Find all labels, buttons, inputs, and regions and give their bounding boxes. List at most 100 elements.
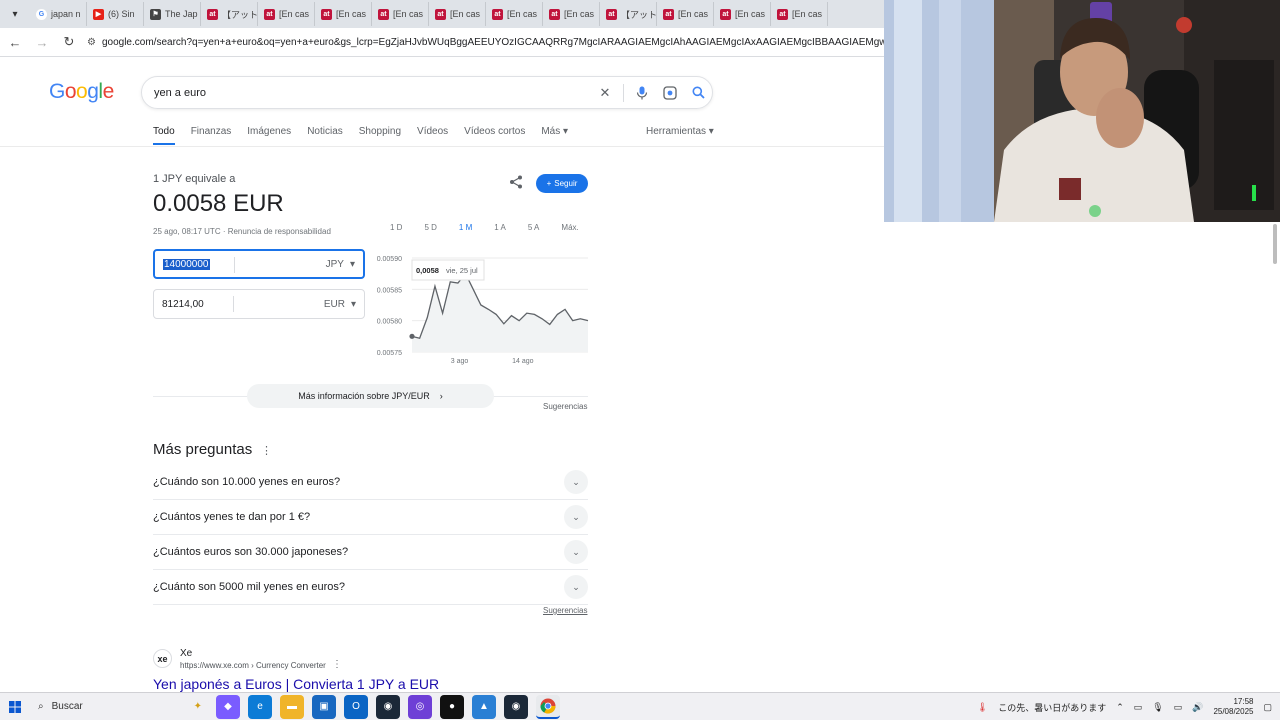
search-input[interactable]: yen a euro [154, 87, 591, 99]
microphone-icon[interactable]: 🎙 [1152, 702, 1163, 713]
range-tab[interactable]: 5 D [424, 223, 436, 232]
browser-tab[interactable]: at [En cas [714, 2, 771, 26]
paa-question[interactable]: ¿Cuántos euros son 30.000 japoneses? ⌄ [153, 535, 588, 570]
browser-tab[interactable]: Gjapan n [30, 2, 87, 26]
lens-icon[interactable] [656, 79, 684, 107]
windows-start-icon[interactable] [0, 693, 30, 720]
search-tab[interactable]: Todo [153, 126, 175, 145]
url-field[interactable]: ⚙ google.com/search?q=yen+a+euro&oq=yen+… [87, 30, 884, 54]
paa-title: Más preguntas [153, 441, 253, 458]
notifications-icon[interactable]: ▢ [1263, 702, 1272, 713]
chevron-down-icon[interactable]: ⌄ [564, 540, 588, 564]
site-info-icon[interactable]: ⚙ [87, 37, 96, 48]
webcam-overlay [884, 0, 1280, 222]
taskbar-search[interactable]: ⌕ Buscar ✦ [30, 693, 210, 720]
to-amount-input[interactable]: 81214,00 [162, 299, 204, 310]
y-tick-label: 0.00575 [377, 350, 402, 357]
converter-date: 25 ago, 08:17 UTC · Renuncia de responsa… [153, 227, 331, 236]
tray-app-icon[interactable]: ▭ [1134, 702, 1143, 713]
search-tab[interactable]: Noticias [307, 126, 343, 145]
from-amount-input[interactable]: 14000000 [163, 258, 210, 270]
store-icon[interactable]: ▣ [312, 694, 336, 719]
outlook-icon[interactable]: O [344, 694, 368, 719]
back-icon[interactable]: ← [3, 30, 27, 54]
from-amount-field[interactable]: 14000000 JPY ▾ [153, 249, 365, 279]
result-favicon[interactable]: xe [153, 649, 172, 668]
edge-icon[interactable]: e [248, 694, 272, 719]
chevron-down-icon[interactable]: ⌄ [564, 505, 588, 529]
at-icon: at [264, 8, 275, 20]
browser-tab[interactable]: at [En cas [258, 2, 315, 26]
copilot-icon[interactable]: ◆ [216, 694, 240, 719]
browser-tab[interactable]: at 【アット [600, 2, 657, 26]
range-tab[interactable]: 1 M [459, 223, 472, 232]
tray-chevron-icon[interactable]: ⌃ [1116, 702, 1124, 713]
scroll-thumb[interactable] [1273, 224, 1277, 264]
range-tab[interactable]: 1 A [494, 223, 506, 232]
browser-tab[interactable]: at 【アット [201, 2, 258, 26]
file-explorer-icon[interactable]: ▬ [280, 694, 304, 719]
search-tab[interactable]: Más ▾ [541, 126, 568, 145]
to-currency-select[interactable]: EUR ▾ [324, 299, 356, 310]
browser-tab[interactable]: at [En cas [543, 2, 600, 26]
steam-client-icon[interactable]: ◉ [504, 694, 528, 719]
chevron-down-icon[interactable]: ⌄ [564, 575, 588, 599]
result-options-icon[interactable]: ⋮ [332, 659, 342, 670]
paa-question[interactable]: ¿Cuántos yenes te dan por 1 €? ⌄ [153, 500, 588, 535]
weather-notification[interactable]: この先、暑い日があります [998, 701, 1106, 714]
to-amount-field[interactable]: 81214,00 EUR ▾ [153, 289, 365, 319]
search-tab[interactable]: Vídeos cortos [464, 126, 525, 145]
browser-tab[interactable]: at [En cas [486, 2, 543, 26]
app-icon[interactable]: ▲ [472, 694, 496, 719]
obs-icon[interactable]: ● [440, 694, 464, 719]
range-tab[interactable]: 5 A [528, 223, 540, 232]
taskbar-search-icon: ⌕ [38, 701, 44, 712]
follow-button[interactable]: + Seguir [536, 174, 588, 193]
search-tab[interactable]: Finanzas [191, 126, 232, 145]
range-tab[interactable]: 1 D [390, 223, 402, 232]
mic-icon[interactable] [628, 79, 656, 107]
search-tab[interactable]: Imágenes [247, 126, 291, 145]
google-logo[interactable]: Google [49, 80, 114, 104]
browser-tab[interactable]: ▶ (6) Sin [87, 2, 144, 26]
search-tab[interactable]: Shopping [359, 126, 401, 145]
range-tab[interactable]: Máx. [561, 223, 578, 232]
result-url[interactable]: https://www.xe.com › Currency Converter [180, 661, 326, 670]
tab-search-icon[interactable]: ▾ [4, 3, 26, 25]
tab-strip: ▾ Gjapan n ▶ (6) Sin ⚑ The Jap at 【アット at [En ca… [0, 0, 884, 28]
rate-chart[interactable]: 0.00590 0.00585 0.00580 0.00575 0,0058 vie, 2… [370, 252, 592, 370]
clock[interactable]: 17:58 25/08/2025 [1213, 697, 1253, 717]
suggestions-link[interactable]: Sugerencias [543, 402, 587, 411]
page-scrollbar[interactable] [1270, 222, 1280, 692]
paa-question[interactable]: ¿Cuánto son 5000 mil yenes en euros? ⌄ [153, 570, 588, 605]
result-site-name[interactable]: Xe [180, 648, 192, 659]
network-icon[interactable]: ▭ [1174, 702, 1183, 713]
obs-app-icon[interactable]: ◎ [408, 694, 432, 719]
result-title-link[interactable]: Yen japonés a Euros | Convierta 1 JPY a … [153, 676, 439, 692]
paa-suggestions-link[interactable]: Sugerencias [543, 606, 587, 615]
browser-tab[interactable]: at [En cas [315, 2, 372, 26]
chrome-icon[interactable] [536, 694, 560, 719]
clear-icon[interactable]: ✕ [591, 79, 619, 107]
browser-tab[interactable]: ⚑ The Jap [144, 2, 201, 26]
tools-menu[interactable]: Herramientas ▾ [646, 126, 714, 137]
more-info-button[interactable]: Más información sobre JPY/EUR › [247, 384, 494, 408]
browser-tab[interactable]: at [En cas [429, 2, 486, 26]
chevron-down-icon[interactable]: ⌄ [564, 470, 588, 494]
steam-icon[interactable]: ◉ [376, 694, 400, 719]
browser-tab[interactable]: at [En cas [372, 2, 429, 26]
forward-icon[interactable]: → [30, 30, 54, 54]
volume-icon[interactable]: 🔊 [1192, 702, 1203, 713]
paa-question[interactable]: ¿Cuándo son 10.000 yenes en euros? ⌄ [153, 465, 588, 500]
share-icon[interactable] [509, 175, 527, 193]
search-tab[interactable]: Vídeos [417, 126, 448, 145]
from-currency-select[interactable]: JPY ▾ [326, 259, 355, 270]
sparkle-icon: ✦ [193, 701, 202, 712]
search-icon[interactable] [684, 79, 712, 107]
more-options-icon[interactable]: ⋮ [261, 444, 272, 457]
browser-tab[interactable]: at [En cas [771, 2, 828, 26]
search-box[interactable]: yen a euro ✕ [141, 76, 713, 109]
browser-tab[interactable]: at [En cas [657, 2, 714, 26]
weather-icon[interactable]: 🌡 [977, 702, 988, 713]
reload-icon[interactable]: ↻ [57, 30, 81, 54]
